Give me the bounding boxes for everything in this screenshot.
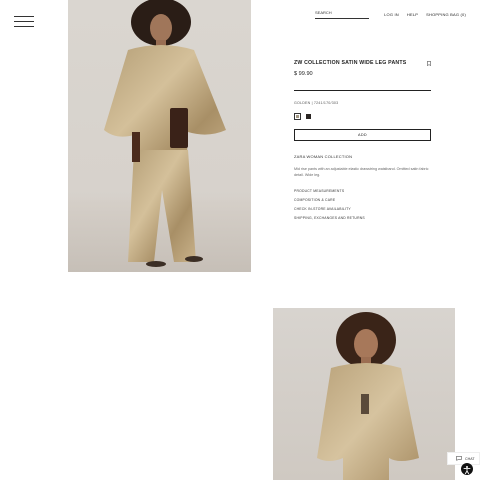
shopping-bag-link[interactable]: SHOPPING BAG (0) (426, 12, 466, 17)
product-name: ZW COLLECTION SATIN WIDE LEG PANTS (294, 60, 407, 66)
bookmark-icon[interactable] (427, 61, 431, 66)
product-description: Mid rise pants with an adjustable elasti… (294, 167, 429, 177)
help-link[interactable]: HELP (407, 12, 418, 17)
measurements-link[interactable]: PRODUCT MEASUREMENTS (294, 189, 431, 193)
product-image-front[interactable] (68, 0, 251, 272)
product-detail-links: PRODUCT MEASUREMENTS COMPOSITION & CARE … (294, 189, 431, 220)
model-illustration (68, 0, 251, 272)
color-swatch-dark[interactable] (306, 114, 311, 119)
chat-label: CHAT (465, 456, 475, 461)
add-to-bag-button[interactable]: ADD (294, 129, 431, 141)
search-field[interactable] (315, 10, 369, 19)
menu-icon-line (14, 21, 34, 22)
product-price: $ 99.90 (294, 71, 313, 77)
chat-icon (456, 456, 462, 461)
product-info-panel: ZW COLLECTION SATIN WIDE LEG PANTS $ 99.… (294, 60, 431, 225)
color-swatch-golden[interactable] (294, 113, 301, 120)
collection-name: ZARA WOMAN COLLECTION (294, 154, 353, 159)
divider (294, 90, 431, 91)
login-link[interactable]: LOG IN (384, 12, 399, 17)
color-reference: GOLDEN | 7241/170/303 (294, 101, 339, 105)
accessibility-button[interactable] (461, 463, 473, 475)
product-image-detail[interactable] (273, 308, 455, 480)
composition-link[interactable]: COMPOSITION & CARE (294, 198, 431, 202)
accessibility-icon (463, 466, 471, 475)
shipping-returns-link[interactable]: SHIPPING, EXCHANGES AND RETURNS (294, 216, 431, 220)
store-availability-link[interactable]: CHECK IN-STORE AVAILABILITY (294, 207, 431, 211)
top-navigation: LOG IN HELP SHOPPING BAG (0) (384, 12, 466, 17)
product-title-row: ZW COLLECTION SATIN WIDE LEG PANTS (294, 60, 431, 66)
search-input[interactable] (315, 10, 369, 15)
menu-icon-line (14, 16, 34, 17)
menu-button[interactable] (14, 15, 34, 27)
color-swatches (294, 113, 431, 120)
menu-icon-line (14, 26, 34, 27)
model-illustration-2 (317, 312, 419, 480)
